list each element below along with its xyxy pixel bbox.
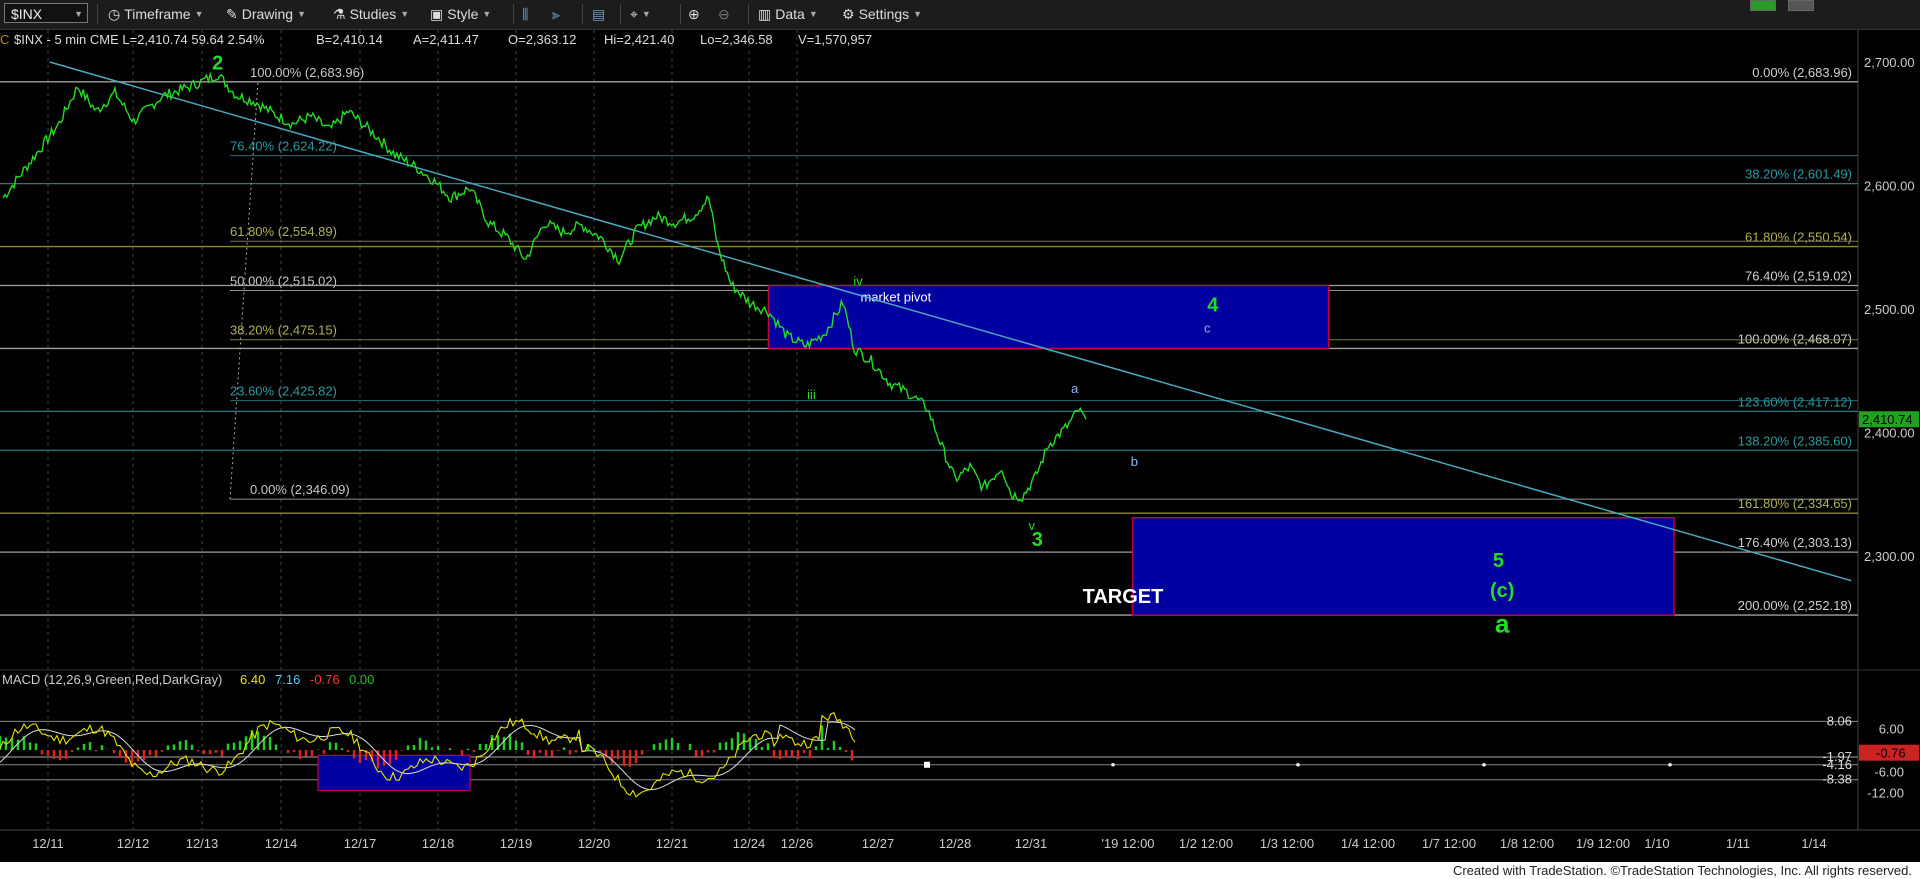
time-tick-label: 12/18 <box>422 836 455 851</box>
wave-label: b <box>1131 454 1138 469</box>
time-tick-label: 12/21 <box>656 836 689 851</box>
time-tick-label: 12/27 <box>862 836 895 851</box>
macd-level-label: 8.06 <box>1827 713 1852 728</box>
time-tick-label: 1/10 <box>1644 836 1669 851</box>
wave-label: iii <box>807 387 816 402</box>
fib-retracement-label: 100.00% (2,683.96) <box>250 65 364 80</box>
fib-extension-label: 61.80% (2,550.54) <box>1745 230 1852 245</box>
time-tick-label: 12/19 <box>500 836 533 851</box>
footer: Created with TradeStation. ©TradeStation… <box>0 862 1920 879</box>
pivot-box <box>767 284 1330 350</box>
price-tick-label: 2,500.00 <box>1864 302 1915 317</box>
time-tick-label: 12/13 <box>186 836 219 851</box>
time-tick-label: 1/3 12:00 <box>1260 836 1314 851</box>
target-box <box>1131 516 1675 617</box>
wave-label: a <box>1495 609 1510 639</box>
symbol-info: $INX - 5 min CME L=2,410.74 59.64 2.54% <box>14 32 265 47</box>
macd-tick-label: -6.00 <box>1874 764 1904 779</box>
time-tick-label: 1/8 12:00 <box>1500 836 1554 851</box>
fib-extension-label: 123.60% (2,417.12) <box>1738 394 1852 409</box>
quote-field: Hi=2,421.40 <box>604 32 674 47</box>
fib-extension-label: 38.20% (2,601.49) <box>1745 167 1852 182</box>
time-tick-label: 12/24 <box>733 836 766 851</box>
time-tick-label: 1/14 <box>1801 836 1826 851</box>
time-tick-label: 1/4 12:00 <box>1341 836 1395 851</box>
fib-retracement-label: 0.00% (2,346.09) <box>250 482 350 497</box>
price-tick-label: 2,300.00 <box>1864 549 1915 564</box>
fib-extension-label: 138.20% (2,385.60) <box>1738 433 1852 448</box>
macd-level-label: -8.38 <box>1822 772 1852 787</box>
fib-retracement-label: 23.60% (2,425.82) <box>230 384 337 399</box>
macd-highlight-box <box>317 754 471 792</box>
time-tick-label: 12/12 <box>117 836 150 851</box>
price-tick-label: 2,400.00 <box>1864 426 1915 441</box>
price-chart[interactable]: 2,700.00 2,600.00 2,500.00 2,400.00 2,300.00… <box>0 0 1920 862</box>
price-tick-label: 2,600.00 <box>1864 179 1915 194</box>
fib-extension-label: 176.40% (2,303.13) <box>1738 535 1852 550</box>
pivot-box-label: market pivot <box>860 290 931 305</box>
time-tick-label: 1/7 12:00 <box>1422 836 1476 851</box>
quote-field: Lo=2,346.58 <box>700 32 773 47</box>
fib-retracement-label: 50.00% (2,515.02) <box>230 273 337 288</box>
macd-current-label: -0.76 <box>1876 746 1906 761</box>
fib-extension-label: 76.40% (2,519.02) <box>1745 269 1852 284</box>
time-tick-label: 1/2 12:00 <box>1179 836 1233 851</box>
macd-dot-marker <box>1111 762 1115 767</box>
fib-extension-label: 161.80% (2,334.65) <box>1738 496 1852 511</box>
fib-extension-label: 200.00% (2,252.18) <box>1738 598 1852 613</box>
time-tick-label: 12/11 <box>32 836 64 851</box>
wave-label: 2 <box>212 52 223 74</box>
time-tick-label: 12/31 <box>1015 836 1048 851</box>
macd-title: MACD (12,26,9,Green,Red,DarkGray) <box>2 672 222 687</box>
fib-retracement-label: 61.80% (2,554.89) <box>230 224 337 239</box>
wave-label: a <box>1071 381 1079 396</box>
wave-label: c <box>1204 320 1211 335</box>
copyright-text: Created with TradeStation. ©TradeStation… <box>1452 863 1912 878</box>
fib-extension-label: 0.00% (2,683.96) <box>1752 65 1852 80</box>
wave-label: 4 <box>1207 294 1219 316</box>
time-tick-label: 1/11 <box>1726 836 1750 851</box>
macd-value: 7.16 <box>275 672 300 687</box>
macd-dot-marker <box>1296 762 1300 767</box>
macd-level-label: -4.16 <box>1822 757 1852 772</box>
macd-dot-marker <box>1482 762 1486 767</box>
macd-dot-marker <box>1668 762 1672 767</box>
time-tick-label: 12/14 <box>265 836 298 851</box>
wave-label: (c) <box>1490 580 1514 602</box>
time-tick-label: 12/28 <box>939 836 972 851</box>
last-price-label: 2,410.74 <box>1862 412 1913 427</box>
macd-tick-label: 6.00 <box>1879 722 1904 737</box>
quote-field: V=1,570,957 <box>798 32 872 47</box>
macd-value: 0.00 <box>349 672 374 687</box>
macd-value: -0.76 <box>310 672 340 687</box>
quote-field: A=2,411.47 <box>413 32 479 47</box>
wave-label: iv <box>853 274 863 289</box>
fib-retracement-label: 38.20% (2,475.15) <box>230 323 337 338</box>
target-box-label: TARGET <box>1083 586 1164 608</box>
wave-label: 3 <box>1032 529 1043 551</box>
price-tick-label: 2,700.00 <box>1864 55 1915 70</box>
time-tick-label: 12/26 <box>781 836 814 851</box>
time-tick-label: 1/9 12:00 <box>1576 836 1630 851</box>
wave-label: 5 <box>1493 550 1504 572</box>
data-status-badge: C <box>0 32 9 47</box>
time-tick-label: 12/20 <box>578 836 611 851</box>
macd-tick-label: -12.00 <box>1867 786 1904 801</box>
macd-square-marker <box>924 761 930 768</box>
quote-field: B=2,410.14 <box>316 32 383 47</box>
macd-value: 6.40 <box>240 672 265 687</box>
fib-extension-label: 100.00% (2,468.07) <box>1738 331 1852 346</box>
quote-field: O=2,363.12 <box>508 32 576 47</box>
time-tick-label: '19 12:00 <box>1101 836 1154 851</box>
time-tick-label: 12/17 <box>344 836 377 851</box>
